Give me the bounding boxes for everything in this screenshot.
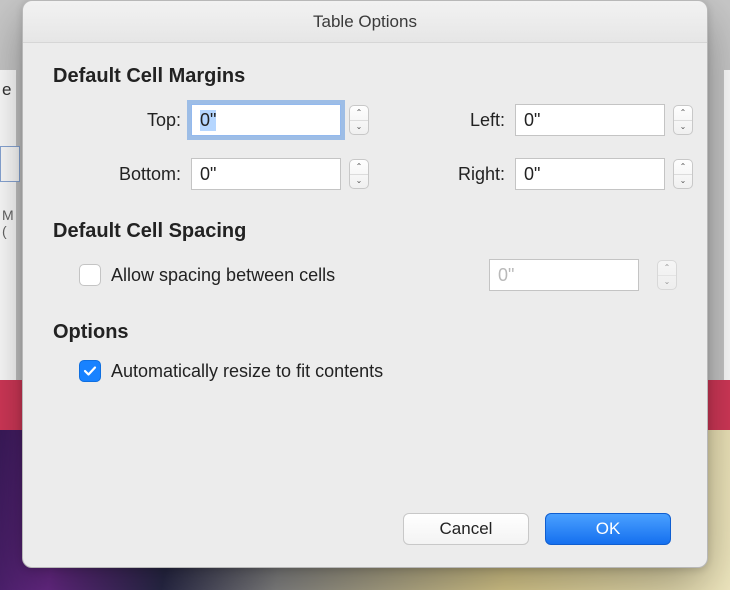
label-left: Left: [419,110,515,131]
stepper-down-icon[interactable]: ⌄ [350,121,368,135]
spacing-row: Allow spacing between cells ⌃ ⌄ [53,259,677,291]
options-row: Automatically resize to fit contents [53,360,677,382]
stepper-up-icon[interactable]: ⌃ [674,106,692,121]
stepper-up-icon: ⌃ [658,261,676,276]
stepper-down-icon[interactable]: ⌄ [674,175,692,189]
stepper-top[interactable]: ⌃ ⌄ [349,105,369,135]
margins-grid: Top: ⌃ ⌄ Left: ⌃ ⌄ Bottom: ⌃ ⌄ Right: [53,104,677,190]
stepper-up-icon[interactable]: ⌃ [350,160,368,175]
stepper-up-icon[interactable]: ⌃ [674,160,692,175]
label-allow-spacing: Allow spacing between cells [111,265,335,286]
titlebar: Table Options [23,1,707,43]
background-letter: e [2,80,11,100]
checkbox-allow-spacing[interactable] [79,264,101,286]
checkmark-icon [83,364,97,378]
cancel-button[interactable]: Cancel [403,513,529,545]
input-top[interactable] [191,104,341,136]
table-options-dialog: Table Options Default Cell Margins Top: … [22,0,708,568]
input-left[interactable] [515,104,665,136]
input-spacing[interactable] [489,259,639,291]
stepper-up-icon[interactable]: ⌃ [350,106,368,121]
stepper-down-icon: ⌄ [658,276,676,290]
ok-button[interactable]: OK [545,513,671,545]
stepper-down-icon[interactable]: ⌄ [350,175,368,189]
stepper-left[interactable]: ⌃ ⌄ [673,105,693,135]
stepper-spacing: ⌃ ⌄ [657,260,677,290]
section-title-spacing: Default Cell Spacing [53,220,677,243]
dialog-footer: Cancel OK [53,513,677,551]
background-letter: M( [2,207,14,239]
label-autofit: Automatically resize to fit contents [111,361,383,382]
input-right[interactable] [515,158,665,190]
label-top: Top: [79,110,191,131]
section-title-options: Options [53,321,677,344]
section-title-margins: Default Cell Margins [53,65,677,88]
dialog-content: Default Cell Margins Top: ⌃ ⌄ Left: ⌃ ⌄ … [23,43,707,567]
stepper-down-icon[interactable]: ⌄ [674,121,692,135]
stepper-bottom[interactable]: ⌃ ⌄ [349,159,369,189]
background-table-icon [0,146,20,182]
background-document-strip [724,70,730,390]
input-bottom[interactable] [191,158,341,190]
stepper-right[interactable]: ⌃ ⌄ [673,159,693,189]
dialog-title: Table Options [313,12,417,32]
checkbox-autofit[interactable] [79,360,101,382]
label-right: Right: [419,164,515,185]
label-bottom: Bottom: [79,164,191,185]
